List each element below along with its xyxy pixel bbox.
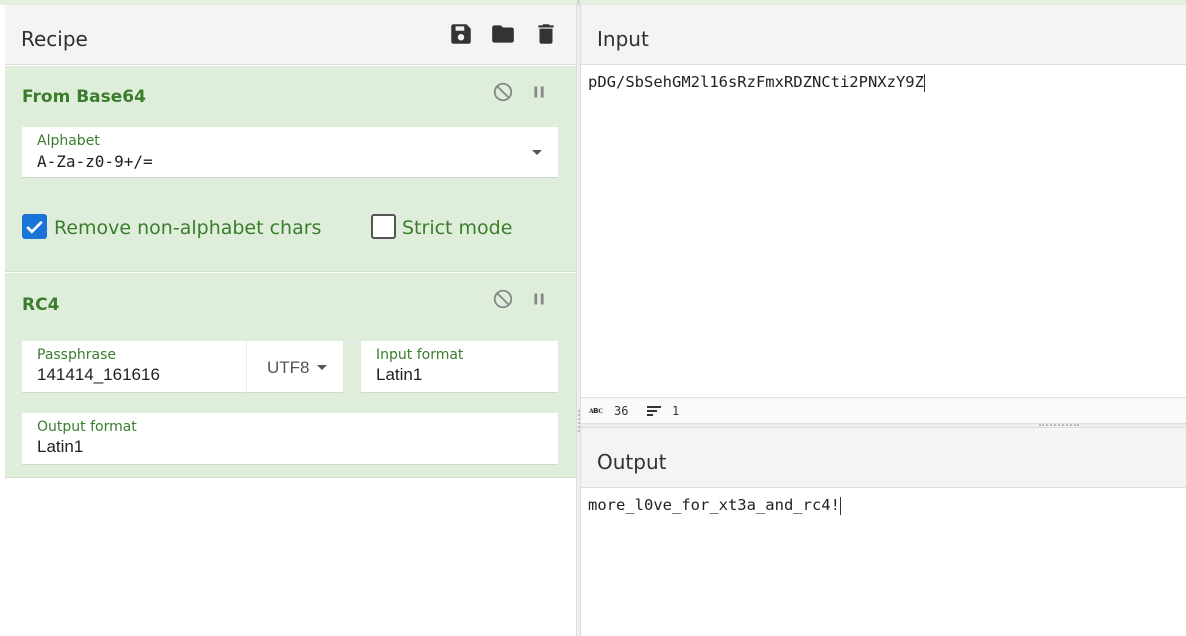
input-status-bar: ᴀʙᴄ 36 1 xyxy=(581,397,1186,423)
strict-mode-checkbox[interactable] xyxy=(371,214,396,239)
pause-icon[interactable] xyxy=(528,288,552,312)
text-cursor xyxy=(923,73,925,92)
operation-from-base64: From Base64 Alphabet A-Za-z0-9+/= Remove… xyxy=(5,66,576,272)
text-cursor xyxy=(839,496,841,515)
input-header: Input xyxy=(581,5,1186,65)
recipe-title: Recipe xyxy=(21,27,88,51)
output-text: more_l0ve_for_xt3a_and_rc4! xyxy=(588,496,840,514)
output-format-select[interactable]: Output format Latin1 xyxy=(22,413,558,465)
remove-nonalpha-label[interactable]: Remove non-alphabet chars xyxy=(54,217,321,239)
output-format-label: Output format xyxy=(37,419,137,435)
disable-icon[interactable] xyxy=(492,288,516,312)
passphrase-label: Passphrase xyxy=(37,347,116,363)
input-text: pDG/SbSehGM2l16sRzFmxRDZNCti2PNXzY9Z xyxy=(588,73,924,91)
input-format-select[interactable]: Input format Latin1 xyxy=(361,341,558,393)
pause-icon[interactable] xyxy=(528,81,552,105)
input-textarea[interactable]: pDG/SbSehGM2l16sRzFmxRDZNCti2PNXzY9Z xyxy=(588,73,925,92)
output-format-value: Latin1 xyxy=(37,437,84,456)
resize-grip xyxy=(1039,424,1079,427)
output-textarea[interactable]: more_l0ve_for_xt3a_and_rc4! xyxy=(588,496,841,515)
input-format-label: Input format xyxy=(376,347,464,363)
passphrase-encoding-value: UTF8 xyxy=(267,358,310,377)
chevron-down-icon xyxy=(317,365,327,370)
pane-resize-handle[interactable] xyxy=(576,5,581,636)
output-title: Output xyxy=(597,450,667,474)
operation-title: From Base64 xyxy=(22,87,146,107)
input-format-value: Latin1 xyxy=(376,365,423,384)
remove-nonalpha-checkbox[interactable] xyxy=(22,214,47,239)
operation-rc4: RC4 Passphrase 141414_161616 UTF8 Input … xyxy=(5,273,576,478)
disable-icon[interactable] xyxy=(492,81,516,105)
recipe-panel: Recipe From Base64 Alphabet A-Za-z0-9+/=… xyxy=(5,5,576,636)
input-lines: 1 xyxy=(672,404,680,418)
folder-icon[interactable] xyxy=(490,21,516,47)
resize-grip xyxy=(578,410,580,432)
lines-icon xyxy=(647,405,661,420)
alphabet-select[interactable]: Alphabet A-Za-z0-9+/= xyxy=(22,127,558,178)
recipe-header: Recipe xyxy=(5,5,576,65)
save-icon[interactable] xyxy=(448,21,474,47)
strict-mode-label[interactable]: Strict mode xyxy=(402,217,512,239)
length-icon: ᴀʙᴄ xyxy=(589,406,603,416)
input-length: 36 xyxy=(614,404,629,418)
passphrase-value: 141414_161616 xyxy=(37,365,160,384)
output-header: Output xyxy=(581,428,1186,488)
input-title: Input xyxy=(597,27,649,51)
trash-icon[interactable] xyxy=(533,21,559,47)
chevron-down-icon xyxy=(532,150,542,155)
passphrase-field[interactable]: Passphrase 141414_161616 UTF8 xyxy=(22,341,343,393)
operation-title: RC4 xyxy=(22,295,60,315)
alphabet-value: A-Za-z0-9+/= xyxy=(37,152,153,171)
passphrase-encoding-dropdown[interactable]: UTF8 xyxy=(246,341,343,393)
alphabet-label: Alphabet xyxy=(37,133,100,149)
